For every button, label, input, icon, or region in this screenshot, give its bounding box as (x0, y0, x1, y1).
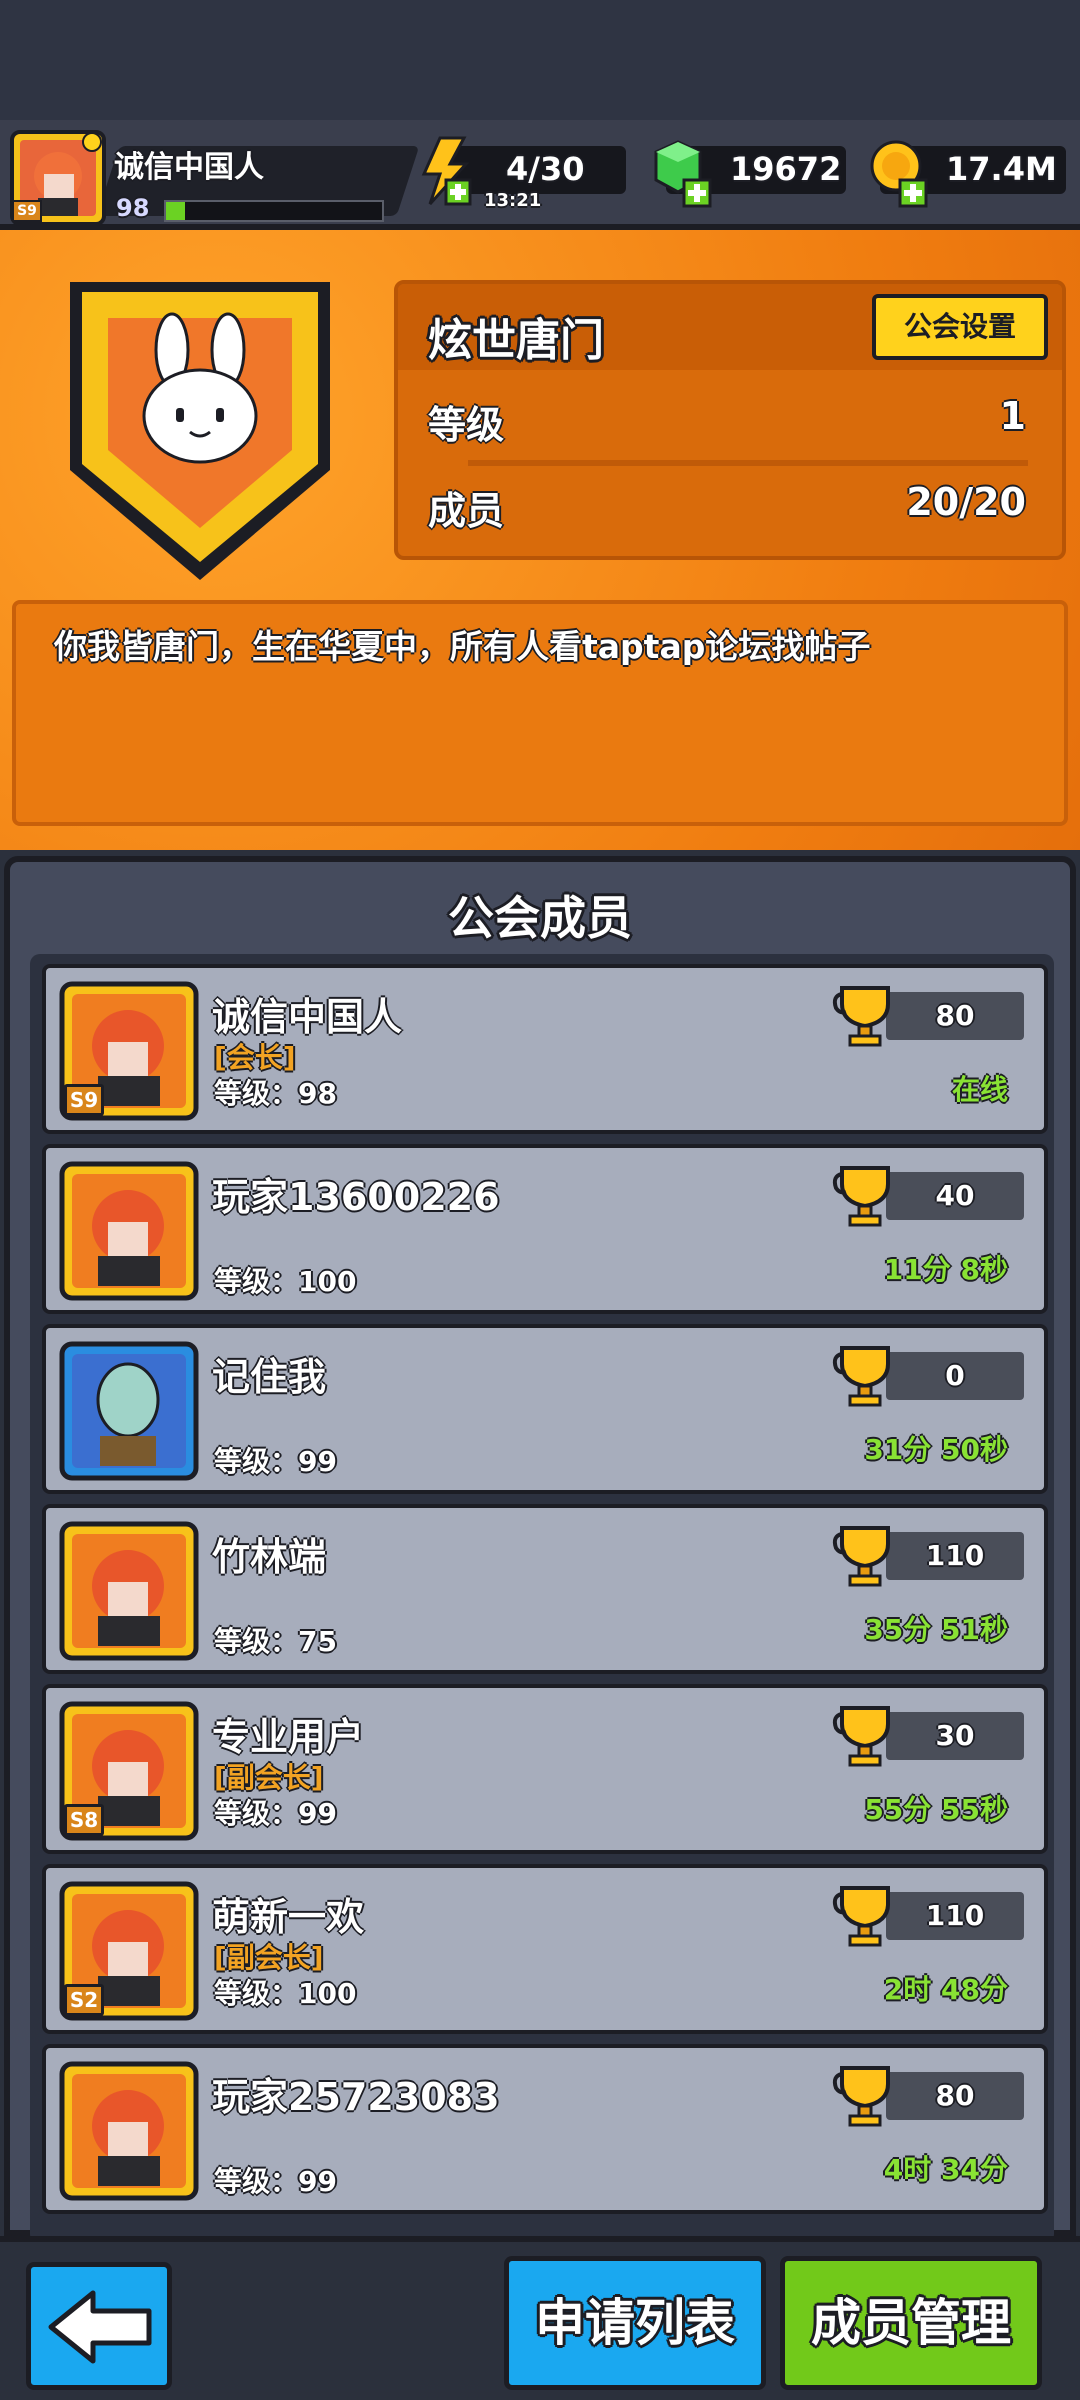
apply-list-button[interactable]: 申请列表 (504, 2256, 766, 2390)
member-role: [副会长] (214, 1761, 324, 1794)
bottom-action-bar: 申请列表 成员管理 (0, 2236, 1080, 2400)
member-avatar[interactable] (58, 1160, 200, 1302)
guild-members-value: 20/20 (906, 480, 1026, 524)
member-avatar[interactable] (58, 1520, 200, 1662)
guild-level-label: 等级 (428, 403, 505, 447)
member-name: 诚信中国人 (212, 995, 403, 1039)
member-trophy-count: 110 (886, 1532, 1024, 1580)
guild-info-card: 炫世唐门 公会设置 等级 1 成员 20/20 (394, 280, 1066, 560)
member-trophy-count: 40 (886, 1172, 1024, 1220)
member-name: 玩家25723083 (212, 2075, 500, 2119)
member-name: 专业用户 (212, 1715, 365, 1759)
player-name: 诚信中国人 (114, 150, 264, 185)
member-last-online: 31分 50秒 (864, 1433, 1008, 1466)
member-name: 玩家13600226 (212, 1175, 500, 1219)
member-role: [副会长] (214, 1941, 324, 1974)
season-badge: S9 (12, 200, 42, 222)
xp-bar-fill (166, 202, 186, 220)
member-name: 记住我 (212, 1355, 327, 1399)
member-name: 萌新一欢 (212, 1895, 365, 1939)
member-level: 等级：99 (214, 1445, 337, 1478)
member-role: [会长] (214, 1041, 296, 1074)
coin-value: 17.4M (946, 150, 1057, 188)
energy-add-icon[interactable] (416, 136, 476, 206)
member-season-badge: S2 (64, 1984, 104, 2016)
member-last-online: 55分 55秒 (864, 1793, 1008, 1826)
trophy-icon (832, 1706, 890, 1767)
guild-motto-box: 你我皆唐门，生在华夏中，所有人看taptap论坛找帖子 (12, 600, 1068, 826)
member-season-badge: S8 (64, 1804, 104, 1836)
member-row[interactable]: 竹林端等级：75 110 35分 51秒 (42, 1504, 1048, 1674)
trophy-icon (832, 1526, 890, 1587)
members-panel-title: 公会成员 (448, 891, 632, 945)
member-avatar[interactable] (58, 2060, 200, 2202)
xp-bar (164, 200, 384, 222)
energy-value: 4/30 (506, 150, 585, 188)
member-level: 等级：99 (214, 1797, 337, 1830)
member-row[interactable]: 玩家13600226 等级：100 40 11分 8秒 (42, 1144, 1048, 1314)
member-trophy-count: 30 (886, 1712, 1024, 1760)
members-list[interactable]: S9 诚信中国人 [会长] 等级：98 80 在线玩家13600226 等级：100 40 11… (30, 954, 1054, 2244)
guild-level-bar (468, 460, 1028, 466)
member-name: 竹林端 (212, 1535, 327, 1579)
member-manage-button[interactable]: 成员管理 (780, 2256, 1042, 2390)
member-row[interactable]: S9 诚信中国人 [会长] 等级：98 80 在线 (42, 964, 1048, 1134)
guild-motto: 你我皆唐门，生在华夏中，所有人看taptap论坛找帖子 (54, 627, 871, 666)
trophy-icon (832, 1166, 890, 1227)
member-trophy-count: 80 (886, 992, 1024, 1040)
back-button[interactable] (26, 2262, 172, 2390)
member-level: 等级：98 (214, 1077, 337, 1110)
energy-timer: 13:21 (484, 190, 542, 211)
coin-add-icon[interactable] (866, 138, 932, 208)
guild-name: 炫世唐门 (428, 315, 604, 366)
gem-add-icon[interactable] (650, 138, 716, 208)
member-last-online: 在线 (951, 1073, 1008, 1106)
member-trophy-count: 0 (886, 1352, 1024, 1400)
trophy-icon (832, 986, 890, 1047)
member-last-online: 11分 8秒 (883, 1253, 1008, 1286)
member-level: 等级：99 (214, 2165, 337, 2198)
back-arrow-icon (48, 2290, 152, 2364)
guild-members-panel: 公会成员 S9 诚信中国人 [会长] 等级：98 80 在线玩家13600226 等级：10… (4, 856, 1076, 2244)
trophy-icon (832, 2066, 890, 2127)
member-level: 等级：100 (214, 1265, 357, 1298)
status-bar-area (0, 0, 1080, 120)
resource-bar: S9 诚信中国人 98 4/30 13:21 19672 17.4M (0, 120, 1080, 230)
member-avatar[interactable] (58, 1340, 200, 1482)
member-level: 等级：75 (214, 1625, 337, 1658)
member-last-online: 35分 51秒 (864, 1613, 1008, 1646)
trophy-icon (832, 1886, 890, 1947)
member-row[interactable]: 玩家25723083 等级：99 80 4时 34分 (42, 2044, 1048, 2214)
member-row[interactable]: S8 专业用户 [副会长] 等级：99 30 55分 55秒 (42, 1684, 1048, 1854)
member-trophy-count: 110 (886, 1892, 1024, 1940)
member-trophy-count: 80 (886, 2072, 1024, 2120)
guild-emblem (70, 282, 330, 580)
member-level: 等级：100 (214, 1977, 357, 2010)
guild-members-label: 成员 (428, 489, 505, 533)
guild-header: 炫世唐门 公会设置 等级 1 成员 20/20 你我皆唐门，生在华夏中，所有人看… (0, 230, 1080, 850)
member-row[interactable]: S2 萌新一欢 [副会长] 等级：100 110 2时 48分 (42, 1864, 1048, 2034)
member-last-online: 2时 48分 (883, 1973, 1008, 2006)
gem-value: 19672 (730, 150, 842, 188)
trophy-icon (832, 1346, 890, 1407)
member-season-badge: S9 (64, 1084, 104, 1116)
player-level: 98 (116, 194, 150, 222)
guild-settings-button[interactable]: 公会设置 (872, 294, 1048, 360)
member-last-online: 4时 34分 (883, 2153, 1008, 2186)
member-row[interactable]: 记住我等级：99 0 31分 50秒 (42, 1324, 1048, 1494)
guild-level-value: 1 (999, 394, 1026, 438)
